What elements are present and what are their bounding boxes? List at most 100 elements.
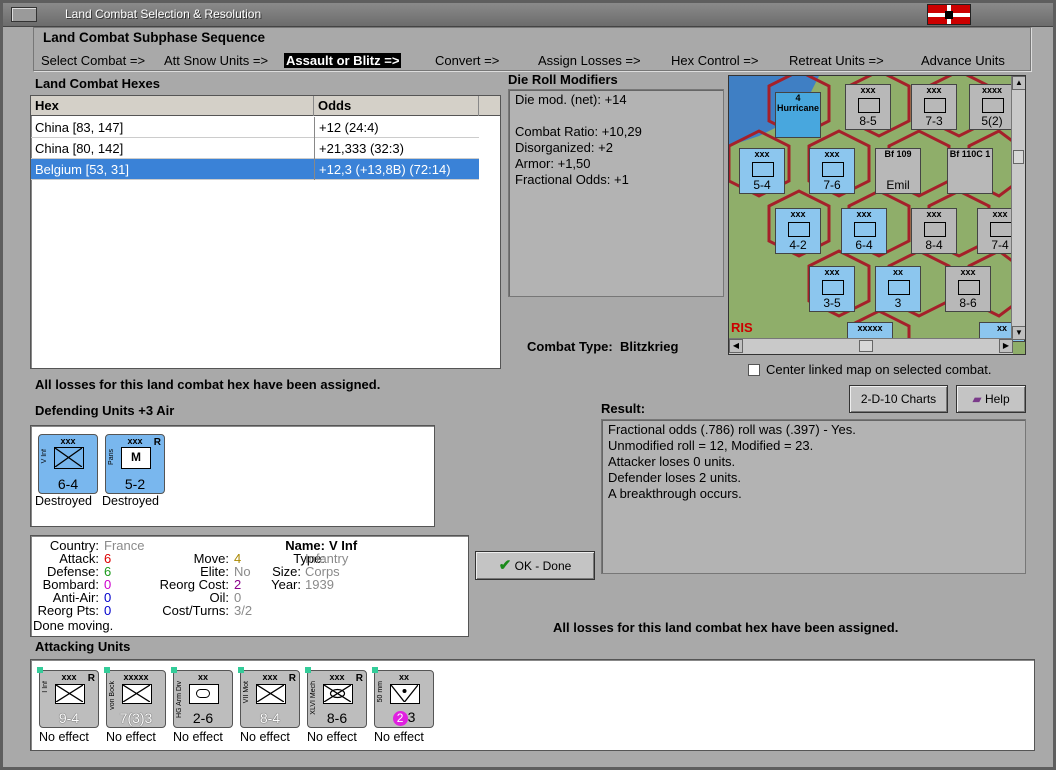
unit-strength: 9-4 [58,710,80,726]
scroll-thumb[interactable] [859,340,873,352]
table-row[interactable]: China [83, 147] +12 (24:4) [31,117,479,138]
map-counter[interactable]: xxx 4-2 [775,208,821,254]
step-hex-control: Hex Control => [671,53,759,68]
hex-cell: Belgium [53, 31] [35,162,129,177]
map-counter-bf109[interactable]: Bf 109 Emil [875,148,921,194]
infantry-symbol-icon [122,684,152,704]
unit-name: Paris [108,449,115,465]
center-map-checkbox[interactable] [748,364,760,376]
map-counter[interactable]: xx 3 [875,266,921,312]
attacking-unit[interactable]: xxx R I Inf 9-4 [37,667,99,728]
odds-cell: +12 (24:4) [314,117,379,138]
infantry-symbol-icon [854,222,876,237]
result-line: A breakthrough occurs. [608,486,742,501]
table-row[interactable]: China [80, 142] +21,333 (32:3) [31,138,479,159]
defending-units-panel: xxx V Inf 6-4 Destroyed xxx R Paris M 5-… [30,425,435,527]
reserve-marker: R [153,437,161,448]
hex-cell: China [80, 142] [35,141,124,156]
map-counter[interactable]: xxx 8-6 [945,266,991,312]
unit-status: No effect [307,730,357,744]
attacking-unit[interactable]: xx 50 mm 23 [372,667,434,728]
mechanized-symbol-icon [323,684,353,704]
armor-symbol-icon [958,280,980,295]
result-line: Fractional odds (.786) roll was (.397) -… [608,422,856,437]
unit-strength-line: 23 [375,709,433,726]
defending-unit[interactable]: xxx V Inf 6-4 [38,434,98,494]
attacking-unit[interactable]: xxx R VII Mot 8-4 [238,667,300,728]
map-counter[interactable]: xxx 3-5 [809,266,855,312]
infantry-symbol-icon [924,98,946,113]
scroll-left-icon[interactable]: ◀ [729,339,743,353]
map-counter[interactable]: xxx 8-4 [911,208,957,254]
book-icon: ▰ [972,392,982,406]
unit-name: I Inf [42,681,49,693]
unit-status: No effect [173,730,223,744]
map-vertical-scrollbar[interactable]: ▲ ▼ [1011,76,1025,340]
infantry-symbol-icon [752,162,774,177]
defending-unit[interactable]: xxx R Paris M 5-2 [105,434,165,494]
hex-cell: China [83, 147] [35,120,124,135]
checkmark-icon: ✔ [498,557,512,574]
map-horizontal-scrollbar[interactable]: ◀ ▶ [729,338,1013,354]
unit-status: No effect [106,730,156,744]
reserve-marker: R [355,673,363,684]
column-header-odds[interactable]: Odds [314,96,479,116]
militia-symbol-icon: M [121,447,151,469]
map-label-ris: RIS [731,320,753,335]
linked-map-view[interactable]: RIS 4 Hurricane xxx 8-5 xxx 7-3 xxxx 5(2) x… [728,75,1026,355]
armor-symbol-icon [858,98,880,113]
armor-symbol-icon [822,162,844,177]
title-bar[interactable]: Land Combat Selection & Resolution [3,3,1053,27]
help-label: Help [984,392,1010,406]
column-header-hex[interactable]: Hex [31,96,314,116]
info-key: Year: [271,577,301,592]
unit-status: Destroyed [102,494,159,508]
map-counter-hurricane[interactable]: 4 Hurricane [775,92,821,138]
attacking-units-panel: xxx R I Inf 9-4 No effect xxxxx von Bock… [30,659,1035,751]
ok-done-label: OK - Done [514,559,572,573]
map-counter[interactable]: xxxx 5(2) [969,84,1015,130]
combat-type-label: Combat Type: [527,339,613,354]
motorized-symbol-icon [788,222,810,237]
attacking-unit[interactable]: xxx R XLVI Mech 8-6 [305,667,367,728]
map-counter[interactable]: xxx 8-5 [845,84,891,130]
counter-strength: 4-2 [789,238,807,252]
unit-strength: 6-4 [57,476,79,492]
scroll-right-icon[interactable]: ▶ [999,339,1013,353]
map-counter[interactable]: xxx 5-4 [739,148,785,194]
charts-button[interactable]: 2-D-10 Charts [849,385,948,413]
info-cost-turns: 3/2 [234,603,253,618]
attacking-unit[interactable]: xx HG Arm Div 2-6 [171,667,233,728]
map-counter-bf110[interactable]: Bf 110C 1 [947,148,993,194]
map-counter[interactable]: xxx 7-6 [809,148,855,194]
scroll-up-icon[interactable]: ▲ [1012,76,1025,90]
unit-strength: 8-6 [326,710,348,726]
reserve-marker: R [288,673,296,684]
step-assault-or-blitz: Assault or Blitz => [284,53,402,68]
map-counter-selected[interactable]: xxx 6-4 [841,208,887,254]
counter-strength: 5(2) [981,114,1003,128]
infantry-symbol-icon [982,98,1004,113]
system-menu-button[interactable] [11,7,37,22]
attacking-unit[interactable]: xxxxx von Bock 7(3)3 [104,667,166,728]
step-select-combat: Select Combat => [41,53,146,68]
scroll-down-icon[interactable]: ▼ [1012,326,1025,340]
counter-top-label: xxx [754,149,770,159]
infantry-symbol-icon [990,222,1012,237]
scroll-thumb[interactable] [1013,150,1024,164]
ok-done-button[interactable]: ✔ OK - Done [475,551,595,580]
info-reorg-pts: 0 [104,603,112,618]
combat-window: Land Combat Selection & Resolution Land … [0,0,1056,770]
motorized-infantry-symbol-icon [256,684,286,704]
counter-top-label: xxxx [981,85,1003,95]
die-roll-modifiers-box: Die mod. (net): +14 Combat Ratio: +10,29… [508,89,724,297]
unit-name: 50 mm [377,681,384,703]
map-counter[interactable]: xxx 7-3 [911,84,957,130]
help-button[interactable]: ▰ Help [956,385,1026,413]
table-row-selected[interactable]: Belgium [53, 31] +12,3 (+13,8B) (72:14) [31,159,479,180]
combat-type: Combat Type: Blitzkrieg [527,339,678,354]
unit-status: No effect [240,730,290,744]
unit-strength: 7(3)3 [119,710,153,726]
infantry-symbol-icon [55,684,85,704]
counter-strength: 8-4 [925,238,943,252]
